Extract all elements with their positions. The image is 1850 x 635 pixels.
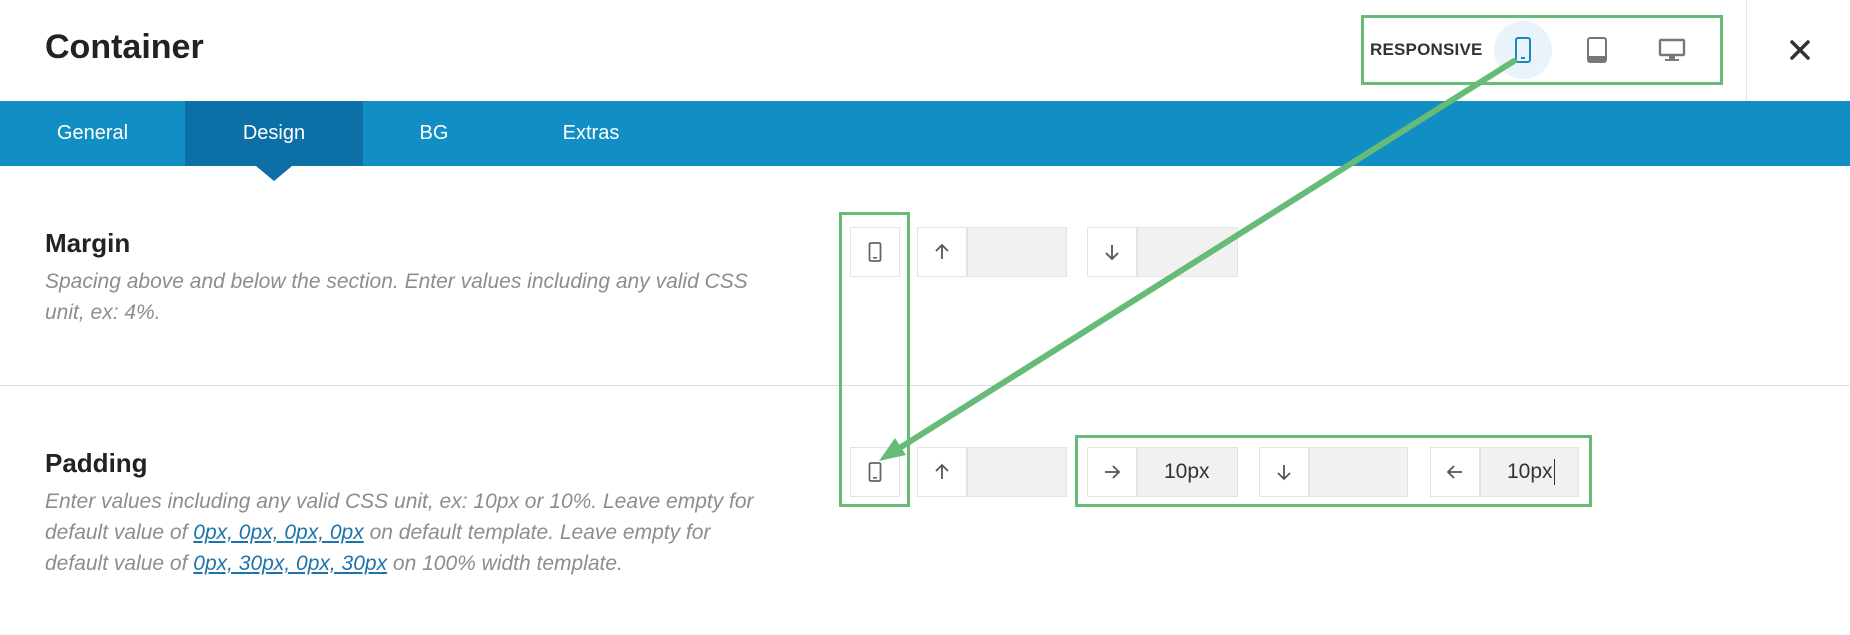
margin-top-input[interactable] <box>967 227 1067 277</box>
padding-top-icon-box <box>917 447 967 497</box>
close-icon <box>1790 40 1810 60</box>
arrow-up-icon <box>935 463 949 479</box>
tab-label: Extras <box>562 122 620 144</box>
header-divider <box>1746 0 1747 101</box>
tab-label: BG <box>419 122 449 144</box>
arrow-up-icon <box>935 243 949 259</box>
tab-design[interactable]: Design <box>185 101 363 166</box>
section-divider <box>0 385 1850 386</box>
tab-general[interactable]: General <box>0 101 185 166</box>
close-button[interactable] <box>1780 30 1820 70</box>
padding-desc-text: on 100% width template. <box>387 552 623 575</box>
margin-bottom-input[interactable] <box>1137 227 1238 277</box>
highlight-responsive-toggles <box>839 212 910 507</box>
padding-title: Padding <box>45 448 148 478</box>
tab-label: General <box>56 122 129 144</box>
tab-bg[interactable]: BG <box>363 101 505 166</box>
highlight-padding-values <box>1075 435 1592 507</box>
default-template-link[interactable]: 0px, 0px, 0px, 0px <box>193 521 363 544</box>
active-tab-caret <box>256 166 292 181</box>
margin-title: Margin <box>45 228 131 258</box>
tab-bar: General Design BG Extras <box>0 101 1850 166</box>
tab-label: Design <box>242 122 306 144</box>
arrow-down-icon <box>1105 245 1119 261</box>
padding-top-input[interactable] <box>967 447 1067 497</box>
margin-top-icon-box <box>917 227 967 277</box>
page-title: Container <box>45 28 204 66</box>
highlight-responsive-group <box>1361 15 1723 85</box>
margin-bottom-icon-box <box>1087 227 1137 277</box>
tab-extras[interactable]: Extras <box>505 101 677 166</box>
padding-description: Enter values including any valid CSS uni… <box>45 486 765 579</box>
margin-description: Spacing above and below the section. Ent… <box>45 270 748 324</box>
full-width-template-link[interactable]: 0px, 30px, 0px, 30px <box>193 552 387 575</box>
